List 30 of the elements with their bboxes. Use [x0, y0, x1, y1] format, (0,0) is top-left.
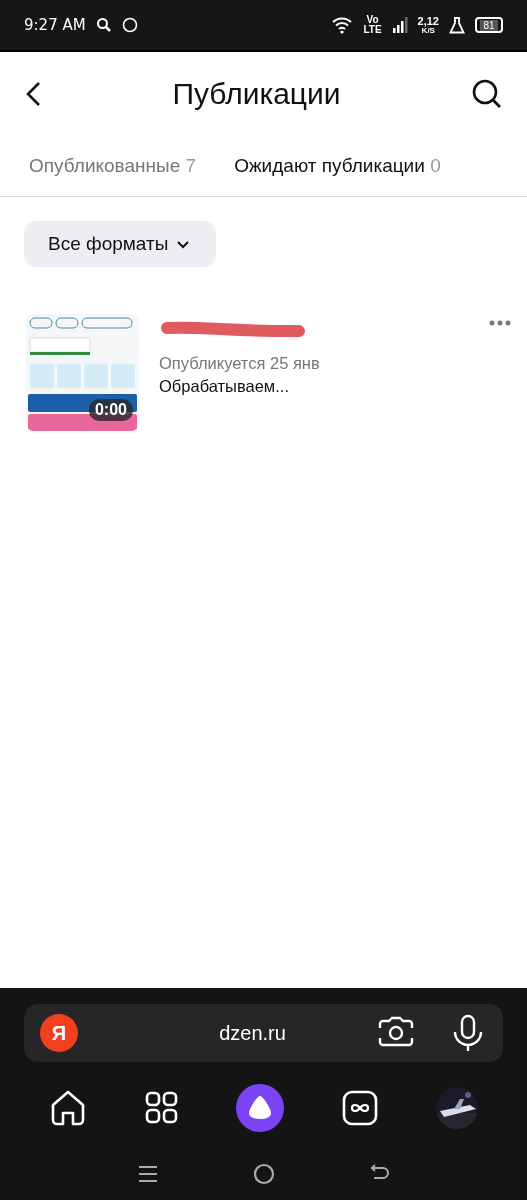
signal-icon	[391, 17, 408, 33]
publish-date: Опубликуется 25 янв	[159, 354, 321, 373]
home-circle-button[interactable]	[252, 1163, 275, 1185]
infinity-button[interactable]	[342, 1090, 379, 1126]
url-text[interactable]: dzen.ru	[94, 1021, 361, 1045]
assistant-button[interactable]	[236, 1084, 285, 1132]
address-bar[interactable]: Я dzen.ru	[24, 1004, 503, 1062]
processing-status: Обрабатываем...	[159, 377, 290, 396]
battery-level: 81	[480, 19, 498, 31]
microphone-button[interactable]	[451, 1014, 485, 1052]
speed-unit: K/S	[421, 26, 435, 35]
more-options-button[interactable]	[489, 320, 511, 326]
flask-icon	[449, 16, 465, 34]
caret-icon	[176, 239, 191, 249]
apps-grid-button[interactable]	[144, 1091, 179, 1125]
network-label: Vo	[366, 15, 379, 25]
back-button[interactable]	[24, 80, 42, 108]
status-time: 9:27 AM	[24, 16, 86, 34]
search-button[interactable]	[471, 78, 503, 110]
wifi-icon	[331, 16, 354, 34]
data-speed: 2,12	[417, 15, 439, 27]
tab[interactable]: Ожидают публикации 0	[234, 155, 441, 177]
search-icon	[95, 17, 112, 33]
page-title: Публикации	[172, 77, 341, 111]
video-thumbnail[interactable]: 0:00	[26, 314, 139, 431]
recent-apps-button[interactable]	[137, 1165, 158, 1183]
tab[interactable]: Опубликованные 7	[29, 155, 197, 177]
network-type: LTE	[363, 25, 382, 35]
browser-logo[interactable]: Я	[40, 1014, 78, 1052]
format-filter-dropdown[interactable]: Все форматы	[24, 221, 217, 267]
